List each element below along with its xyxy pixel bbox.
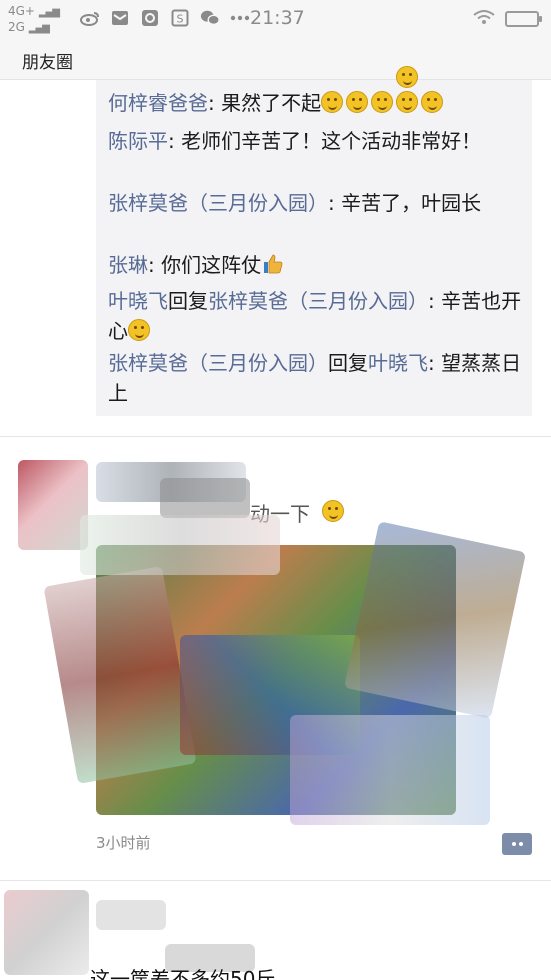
post-image-redacted[interactable]: [43, 515, 527, 835]
comment-item[interactable]: 何梓睿爸爸: 果然了不起: [108, 88, 526, 118]
thinking-emoji-icon: [321, 91, 344, 113]
comment-separator: :: [208, 91, 222, 115]
reply-word: 回复: [168, 289, 208, 313]
browser-icon: [140, 8, 160, 28]
grin-emoji-icon: [128, 319, 150, 341]
thinking-emoji-icon: [346, 91, 369, 113]
commenter-name[interactable]: 陈际平: [108, 129, 168, 153]
poster-name-redacted: [96, 900, 166, 930]
network-indicator: 4G+ ▂▄▆ 2G ▂▄▆: [8, 4, 60, 36]
dot-icon: [511, 842, 516, 846]
comment-separator: :: [428, 289, 442, 313]
thinking-emoji-icon: [421, 91, 444, 113]
comment-separator: :: [168, 129, 182, 153]
commenter-name[interactable]: 叶晓飞: [108, 289, 168, 313]
wechat-icon: [200, 8, 220, 28]
emoji-icon: [396, 66, 418, 88]
network-top-label: 4G+: [8, 4, 35, 18]
clock: 21:37: [250, 7, 305, 29]
comment-item[interactable]: 叶晓飞回复张梓莫爸（三月份入园）: 辛苦也开心: [108, 286, 526, 346]
comment-separator: :: [148, 253, 162, 277]
comment-separator: :: [428, 351, 442, 375]
post-divider: [0, 436, 551, 437]
commenter-name[interactable]: 张琳: [108, 253, 148, 277]
comment-item[interactable]: 张梓莫爸（三月份入园）回复叶晓飞: 望蒸蒸日上: [108, 348, 526, 408]
title-bar: 朋友圈: [0, 38, 551, 80]
network-bottom-label: 2G: [8, 20, 25, 34]
avatar[interactable]: [4, 890, 89, 975]
thumbs-up-icon: [261, 252, 285, 284]
status-bar: 4G+ ▂▄▆ 2G ▂▄▆ S 21:37: [0, 0, 551, 38]
signal-icon: ▂▄▆: [38, 7, 60, 18]
next-post-text: 这一筐差不多约50斤: [90, 967, 276, 980]
reply-target-name[interactable]: 张梓莫爸（三月份入园）: [208, 289, 428, 313]
comment-item[interactable]: 张梓莫爸（三月份入园）: 辛苦了，叶园长: [108, 188, 526, 218]
wifi-icon: [473, 9, 495, 29]
svg-text:S: S: [177, 13, 184, 26]
more-dots-icon: [230, 8, 250, 28]
system-indicators: [473, 9, 542, 29]
post-timestamp: 3小时前: [96, 834, 151, 852]
commenter-name[interactable]: 何梓睿爸爸: [108, 91, 208, 115]
page-title: 朋友圈: [22, 53, 73, 73]
signal-icon: ▂▄▆: [28, 23, 50, 34]
commenter-name[interactable]: 张梓莫爸（三月份入园）: [108, 351, 328, 375]
comment-text: 辛苦了，叶园长: [341, 191, 482, 215]
commenter-name[interactable]: 张梓莫爸（三月份入园）: [108, 191, 328, 215]
comment-text: 你们这阵仗: [161, 253, 262, 277]
comment-text: 老师们辛苦了！这个活动非常好！: [181, 129, 482, 153]
post-text-redacted: [160, 478, 250, 518]
battery-icon: [505, 11, 542, 27]
comment-separator: :: [328, 191, 342, 215]
comment-button[interactable]: [502, 833, 532, 855]
mail-icon: [110, 8, 130, 28]
reply-word: 回复: [328, 351, 368, 375]
s-app-icon: S: [170, 8, 190, 28]
comment-item[interactable]: 张琳: 你们这阵仗: [108, 250, 526, 284]
thinking-emoji-icon: [396, 91, 419, 113]
weibo-icon: [80, 8, 100, 28]
comment-list: 何梓睿爸爸: 果然了不起 陈际平: 老师们辛苦了！这个活动非常好！ 张梓莫爸（三…: [96, 66, 532, 416]
comment-item[interactable]: 陈际平: 老师们辛苦了！这个活动非常好！: [108, 126, 526, 156]
notification-icons: S: [80, 8, 250, 28]
comment-text: 果然了不起: [221, 91, 322, 115]
reply-target-name[interactable]: 叶晓飞: [368, 351, 428, 375]
thinking-emoji-icon: [371, 91, 394, 113]
post-divider: [0, 880, 551, 881]
dot-icon: [518, 842, 523, 846]
